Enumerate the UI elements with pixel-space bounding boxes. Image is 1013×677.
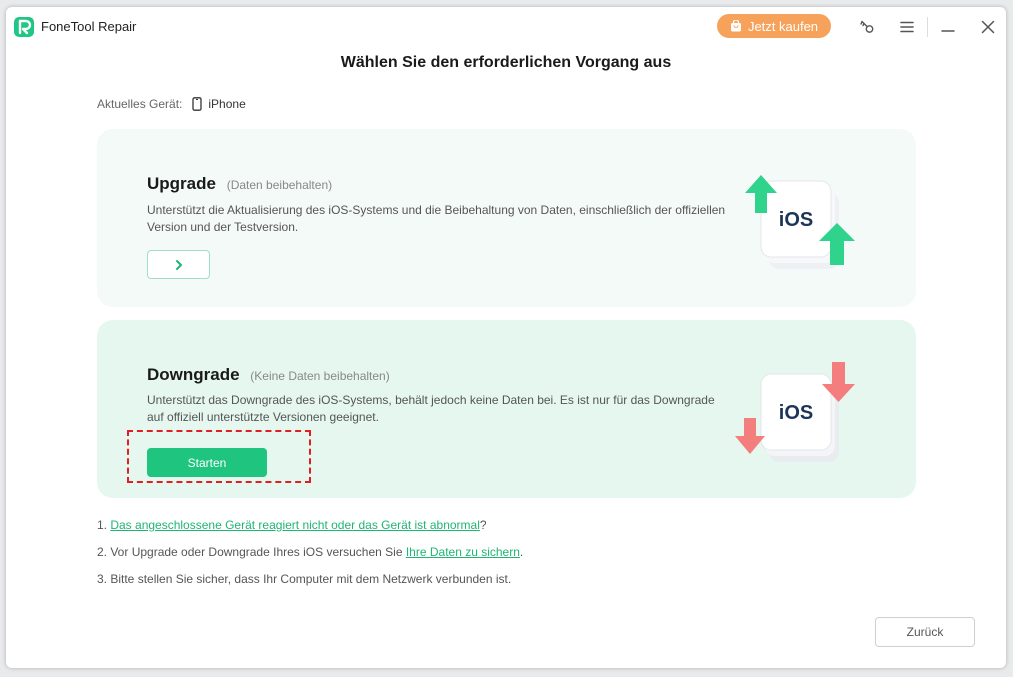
downgrade-title: Downgrade (Keine Daten beibehalten): [147, 365, 390, 385]
app-window: FoneTool Repair Jetzt kaufen Wählen Sie …: [6, 7, 1006, 668]
upgrade-title: Upgrade (Daten beibehalten): [147, 174, 332, 194]
device-name: iPhone: [208, 97, 246, 111]
minimize-icon[interactable]: [939, 18, 957, 36]
titlebar-divider: [927, 17, 928, 37]
app-title: FoneTool Repair: [41, 19, 137, 34]
close-icon[interactable]: [979, 18, 997, 36]
upgrade-description: Unterstützt die Aktualisierung des iOS-S…: [147, 203, 726, 234]
title-bar: FoneTool Repair Jetzt kaufen: [6, 7, 1006, 47]
upgrade-card[interactable]: Upgrade (Daten beibehalten) Unterstützt …: [97, 129, 916, 307]
downgrade-graphic-label: iOS: [779, 402, 813, 424]
phone-icon: [192, 97, 203, 111]
chevron-right-icon: [175, 259, 182, 270]
backup-data-link[interactable]: Ihre Daten zu sichern: [406, 545, 520, 559]
device-label: Aktuelles Gerät:: [97, 97, 183, 111]
app-logo-icon: [14, 17, 34, 37]
device-abnormal-link[interactable]: Das angeschlossene Gerät reagiert nicht …: [110, 518, 480, 532]
note-2-prefix: 2. Vor Upgrade oder Downgrade Ihres iOS …: [97, 545, 406, 559]
upgrade-next-button[interactable]: [147, 250, 210, 279]
note-2-suffix: .: [519, 545, 524, 559]
ios-downgrade-illustration: iOS: [735, 362, 855, 462]
key-icon[interactable]: [858, 18, 876, 36]
shopping-bag-icon: [730, 20, 741, 32]
start-button[interactable]: Starten: [147, 448, 267, 477]
note-3: 3. Bitte stellen Sie sicher, dass Ihr Co…: [97, 572, 512, 586]
downgrade-hint: (Keine Daten beibehalten): [250, 369, 390, 383]
note-1: 1. Das angeschlossene Gerät reagiert nic…: [97, 518, 523, 545]
downgrade-description: Unterstützt das Downgrade des iOS-System…: [147, 393, 715, 424]
downgrade-card[interactable]: Downgrade (Keine Daten beibehalten) Unte…: [97, 320, 916, 498]
note-1-prefix: 1.: [97, 518, 111, 532]
upgrade-hint: (Daten beibehalten): [226, 178, 333, 192]
buy-now-label: Jetzt kaufen: [747, 18, 819, 34]
buy-now-button[interactable]: Jetzt kaufen: [717, 14, 831, 38]
notes-list: 1. Das angeschlossene Gerät reagiert nic…: [97, 518, 523, 599]
note-2: 2. Vor Upgrade oder Downgrade Ihres iOS …: [97, 545, 523, 572]
menu-icon[interactable]: [898, 18, 916, 36]
upgrade-title-text: Upgrade: [147, 174, 216, 193]
upgrade-graphic-label: iOS: [779, 209, 813, 231]
page-title: Wählen Sie den erforderlichen Vorgang au…: [340, 54, 672, 71]
note-1-suffix: ?: [479, 518, 487, 532]
current-device: Aktuelles Gerät: iPhone: [97, 97, 246, 111]
downgrade-title-text: Downgrade: [147, 365, 240, 384]
ios-upgrade-illustration: iOS: [745, 175, 855, 269]
back-button[interactable]: Zurück: [875, 617, 975, 647]
